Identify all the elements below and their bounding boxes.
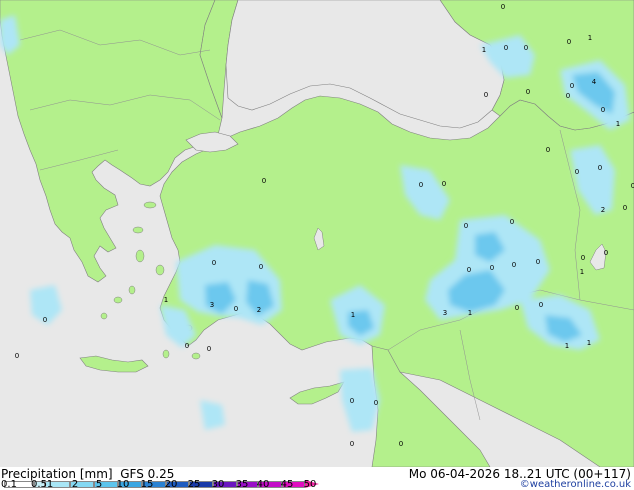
scale-tick-label: 20 xyxy=(164,479,178,490)
precip-value-label: 1 xyxy=(468,309,472,317)
precip-value-label: 0 xyxy=(490,264,494,272)
precip-value-label: 1 xyxy=(616,120,620,128)
scale-tick-label: 30 xyxy=(211,479,225,490)
precip-value-label: 0 xyxy=(526,88,530,96)
precip-value-label: 0 xyxy=(598,164,602,172)
precip-value-label: 0 xyxy=(539,301,543,309)
precip-value-label: 0 xyxy=(464,222,468,230)
precip-value-label: 1 xyxy=(588,34,592,42)
precip-value-label: 0 xyxy=(212,259,216,267)
precip-value-label: 0 xyxy=(350,440,354,448)
precip-value-label: 0 xyxy=(512,261,516,269)
precip-value-label: 0 xyxy=(575,168,579,176)
precip-value-label: 0 xyxy=(262,177,266,185)
precip-value-label: 4 xyxy=(592,78,597,86)
precip-value-label: 0 xyxy=(442,180,446,188)
precip-value-label: 0 xyxy=(374,399,378,407)
credit: ©weatheronline.co.uk xyxy=(519,479,631,490)
precip-value-label: 0 xyxy=(207,345,211,353)
precipitation-map: 0 1 0 0 0 1 4 0 0 0 1 0 0 2 0 0 0 0 0 0 0 0 0 0 0 0 1 0 0 1 3 0 2 1 3 1 0 0 0 0… xyxy=(0,0,634,467)
scale-tick-label: 45 xyxy=(280,479,294,490)
precip-value-label: 0 xyxy=(501,3,505,11)
scale-tick-label: 1 xyxy=(46,479,54,490)
scale-tick-label: 0.5 xyxy=(31,479,47,490)
precip-value-label: 1 xyxy=(580,268,584,276)
precip-value-label: 3 xyxy=(210,301,214,309)
precip-value-label: 0 xyxy=(536,258,540,266)
precip-value-label: 0 xyxy=(350,397,354,405)
precip-value-label: 0 xyxy=(515,304,519,312)
precip-value-label: 1 xyxy=(482,46,486,54)
precip-value-label: 0 xyxy=(467,266,471,274)
precip-value-label: 0 xyxy=(419,181,423,189)
precip-value-label: 0 xyxy=(570,82,574,90)
precip-value-label: 0 xyxy=(623,204,627,212)
precip-value-label: 0 xyxy=(567,38,571,46)
precip-value-label: 0 xyxy=(504,44,508,52)
footer-bar: Precipitation [mm] GFS 0.25 Mo 06-04-202… xyxy=(0,467,634,490)
precip-value-label: 3 xyxy=(443,309,447,317)
precip-value-label: 0 xyxy=(601,106,605,114)
precip-value-label: 2 xyxy=(257,306,261,314)
precip-value-label: 1 xyxy=(587,339,591,347)
scale-tick-label: 0.1 xyxy=(1,479,17,490)
scale-tick-label: 50 xyxy=(303,479,317,490)
precip-value-label: 0 xyxy=(185,342,189,350)
precip-value-label: 0 xyxy=(510,218,514,226)
precip-value-label: 0 xyxy=(604,249,608,257)
precip-value-label: 1 xyxy=(164,296,168,304)
precip-value-label: 0 xyxy=(581,254,585,262)
scale-tick-label: 25 xyxy=(187,479,201,490)
precip-value-label: 0 xyxy=(259,263,263,271)
scale-tick-label: 10 xyxy=(116,479,130,490)
map-canvas: 0 1 0 0 0 1 4 0 0 0 1 0 0 2 0 0 0 0 0 0 0 0 0 0 0 0 1 0 0 1 3 0 2 1 3 1 0 0 0 0… xyxy=(0,0,634,467)
precip-value-label: 0 xyxy=(43,316,47,324)
precip-value-label: 0 xyxy=(234,305,238,313)
scale-tick-label: 40 xyxy=(256,479,270,490)
scale-tick-label: 5 xyxy=(95,479,103,490)
precip-value-label: 1 xyxy=(351,311,355,319)
precip-value-label: 1 xyxy=(565,342,569,350)
precip-value-label: 0 xyxy=(15,352,19,360)
precip-value-label: 0 xyxy=(566,92,570,100)
scale-tick-label: 15 xyxy=(140,479,154,490)
precip-value-label: 0 xyxy=(484,91,488,99)
precip-value-label: 2 xyxy=(601,206,605,214)
scale-tick-label: 2 xyxy=(71,479,79,490)
precip-value-label: 0 xyxy=(546,146,550,154)
precip-value-label: 0 xyxy=(524,44,528,52)
scale-tick-label: 35 xyxy=(235,479,249,490)
precip-value-label: 0 xyxy=(399,440,403,448)
